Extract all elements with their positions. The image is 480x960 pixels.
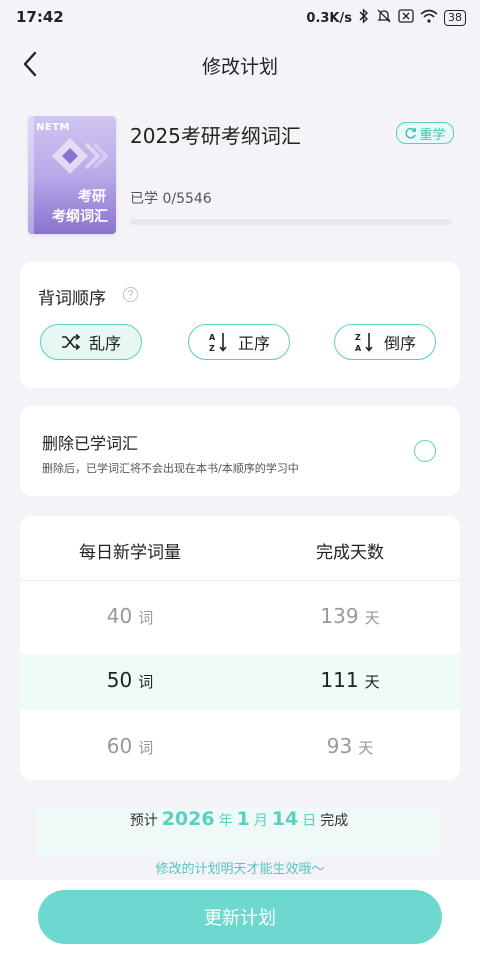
- refresh-icon: [405, 127, 417, 139]
- plan-picker-header: 每日新学词量 完成天数: [20, 516, 460, 581]
- learned-count: 已学 0/5546: [130, 191, 212, 207]
- finish-days-value: 93: [326, 734, 353, 758]
- order-shuffle-button[interactable]: 乱序: [40, 324, 142, 360]
- learn-progress-bar: [130, 219, 452, 225]
- word-unit: 词: [138, 673, 154, 691]
- delete-learned-desc: 删除后，已学词汇将不会出现在本书/本顺序的学习中: [42, 462, 299, 475]
- study-order-title: 背词顺序: [38, 289, 106, 309]
- order-ascending-button[interactable]: A Z 正序: [188, 324, 290, 360]
- svg-text:Z: Z: [355, 333, 361, 342]
- day-unit: 天: [364, 673, 380, 691]
- daily-words-value: 50: [106, 668, 133, 692]
- nav-bar: 修改计划: [0, 34, 480, 92]
- network-speed: 0.3K/s: [306, 10, 352, 26]
- book-logo-icon: [52, 138, 108, 174]
- update-plan-button[interactable]: 更新计划: [38, 890, 442, 944]
- bluetooth-icon: [358, 8, 370, 28]
- vocab-book-title: 2025考研考纲词汇: [130, 124, 301, 148]
- order-descending-button[interactable]: Z A 倒序: [334, 324, 436, 360]
- study-order-card: 背词顺序 乱序 A Z 正序 Z A 倒序: [20, 262, 460, 388]
- finish-days-header: 完成天数: [316, 543, 384, 563]
- daily-words-value: 40: [106, 604, 133, 628]
- shuffle-icon: [61, 334, 81, 350]
- order-shuffle-label: 乱序: [88, 334, 121, 353]
- book-spine: [28, 116, 34, 234]
- book-cover-line2: 考纲词汇: [52, 209, 108, 225]
- svg-text:A: A: [209, 333, 216, 342]
- plan-option-row-selected[interactable]: 50 词 111 天: [20, 654, 460, 710]
- finish-day: 14: [271, 808, 299, 830]
- word-unit: 词: [138, 739, 154, 757]
- relearn-button[interactable]: 重学: [396, 122, 454, 144]
- day-unit: 天: [364, 609, 380, 627]
- order-ascending-label: 正序: [237, 334, 270, 353]
- mute-bell-icon: [376, 8, 392, 28]
- book-cover-line1: 考研: [78, 189, 106, 205]
- daily-words-header: 每日新学词量: [79, 543, 181, 563]
- finish-year: 2026: [161, 808, 215, 830]
- finish-day-unit: 日: [302, 813, 317, 829]
- finish-days-value: 111: [320, 668, 359, 692]
- help-icon[interactable]: [122, 286, 139, 303]
- finish-month: 1: [236, 808, 250, 830]
- page-title: 修改计划: [201, 56, 278, 78]
- relearn-label: 重学: [419, 127, 446, 143]
- finish-year-unit: 年: [218, 813, 233, 829]
- finish-days-value: 139: [320, 604, 359, 628]
- finish-month-unit: 月: [253, 813, 268, 829]
- order-descending-label: 倒序: [383, 334, 416, 353]
- svg-text:Z: Z: [209, 344, 215, 353]
- sort-za-icon: Z A: [355, 333, 373, 353]
- delete-learned-card: 删除已学词汇 删除后，已学词汇将不会出现在本书/本顺序的学习中: [20, 406, 460, 496]
- plan-effective-note: 修改的计划明天才能生效哦～: [155, 862, 325, 877]
- battery-icon: 38: [444, 10, 466, 26]
- word-unit: 词: [138, 609, 154, 627]
- plan-option-row[interactable]: 60 词 93 天: [20, 720, 460, 776]
- plan-option-row[interactable]: 40 词 139 天: [20, 590, 460, 646]
- status-time: 17:42: [16, 8, 64, 26]
- delete-learned-title: 删除已学词汇: [42, 434, 139, 453]
- expected-finish-banner: 预计 2026 年 1 月 14 日 完成: [36, 808, 442, 858]
- wifi-icon: [420, 9, 438, 27]
- finish-prefix: 预计: [129, 813, 158, 829]
- day-unit: 天: [358, 739, 374, 757]
- status-icons: 0.3K/s 38: [306, 8, 466, 28]
- delete-learned-toggle[interactable]: [414, 440, 436, 462]
- book-cover: NETM 考研 考纲词汇: [28, 116, 116, 234]
- daily-words-value: 60: [106, 734, 133, 758]
- finish-suffix: 完成: [320, 813, 349, 829]
- no-sim-icon: [398, 9, 414, 27]
- plan-picker-card: 每日新学词量 完成天数 40 词 139 天 50 词 111 天 60 词 93 天: [20, 516, 460, 780]
- svg-text:A: A: [355, 344, 362, 353]
- status-bar: 17:42 0.3K/s 38: [0, 0, 480, 34]
- sort-az-icon: A Z: [209, 333, 227, 353]
